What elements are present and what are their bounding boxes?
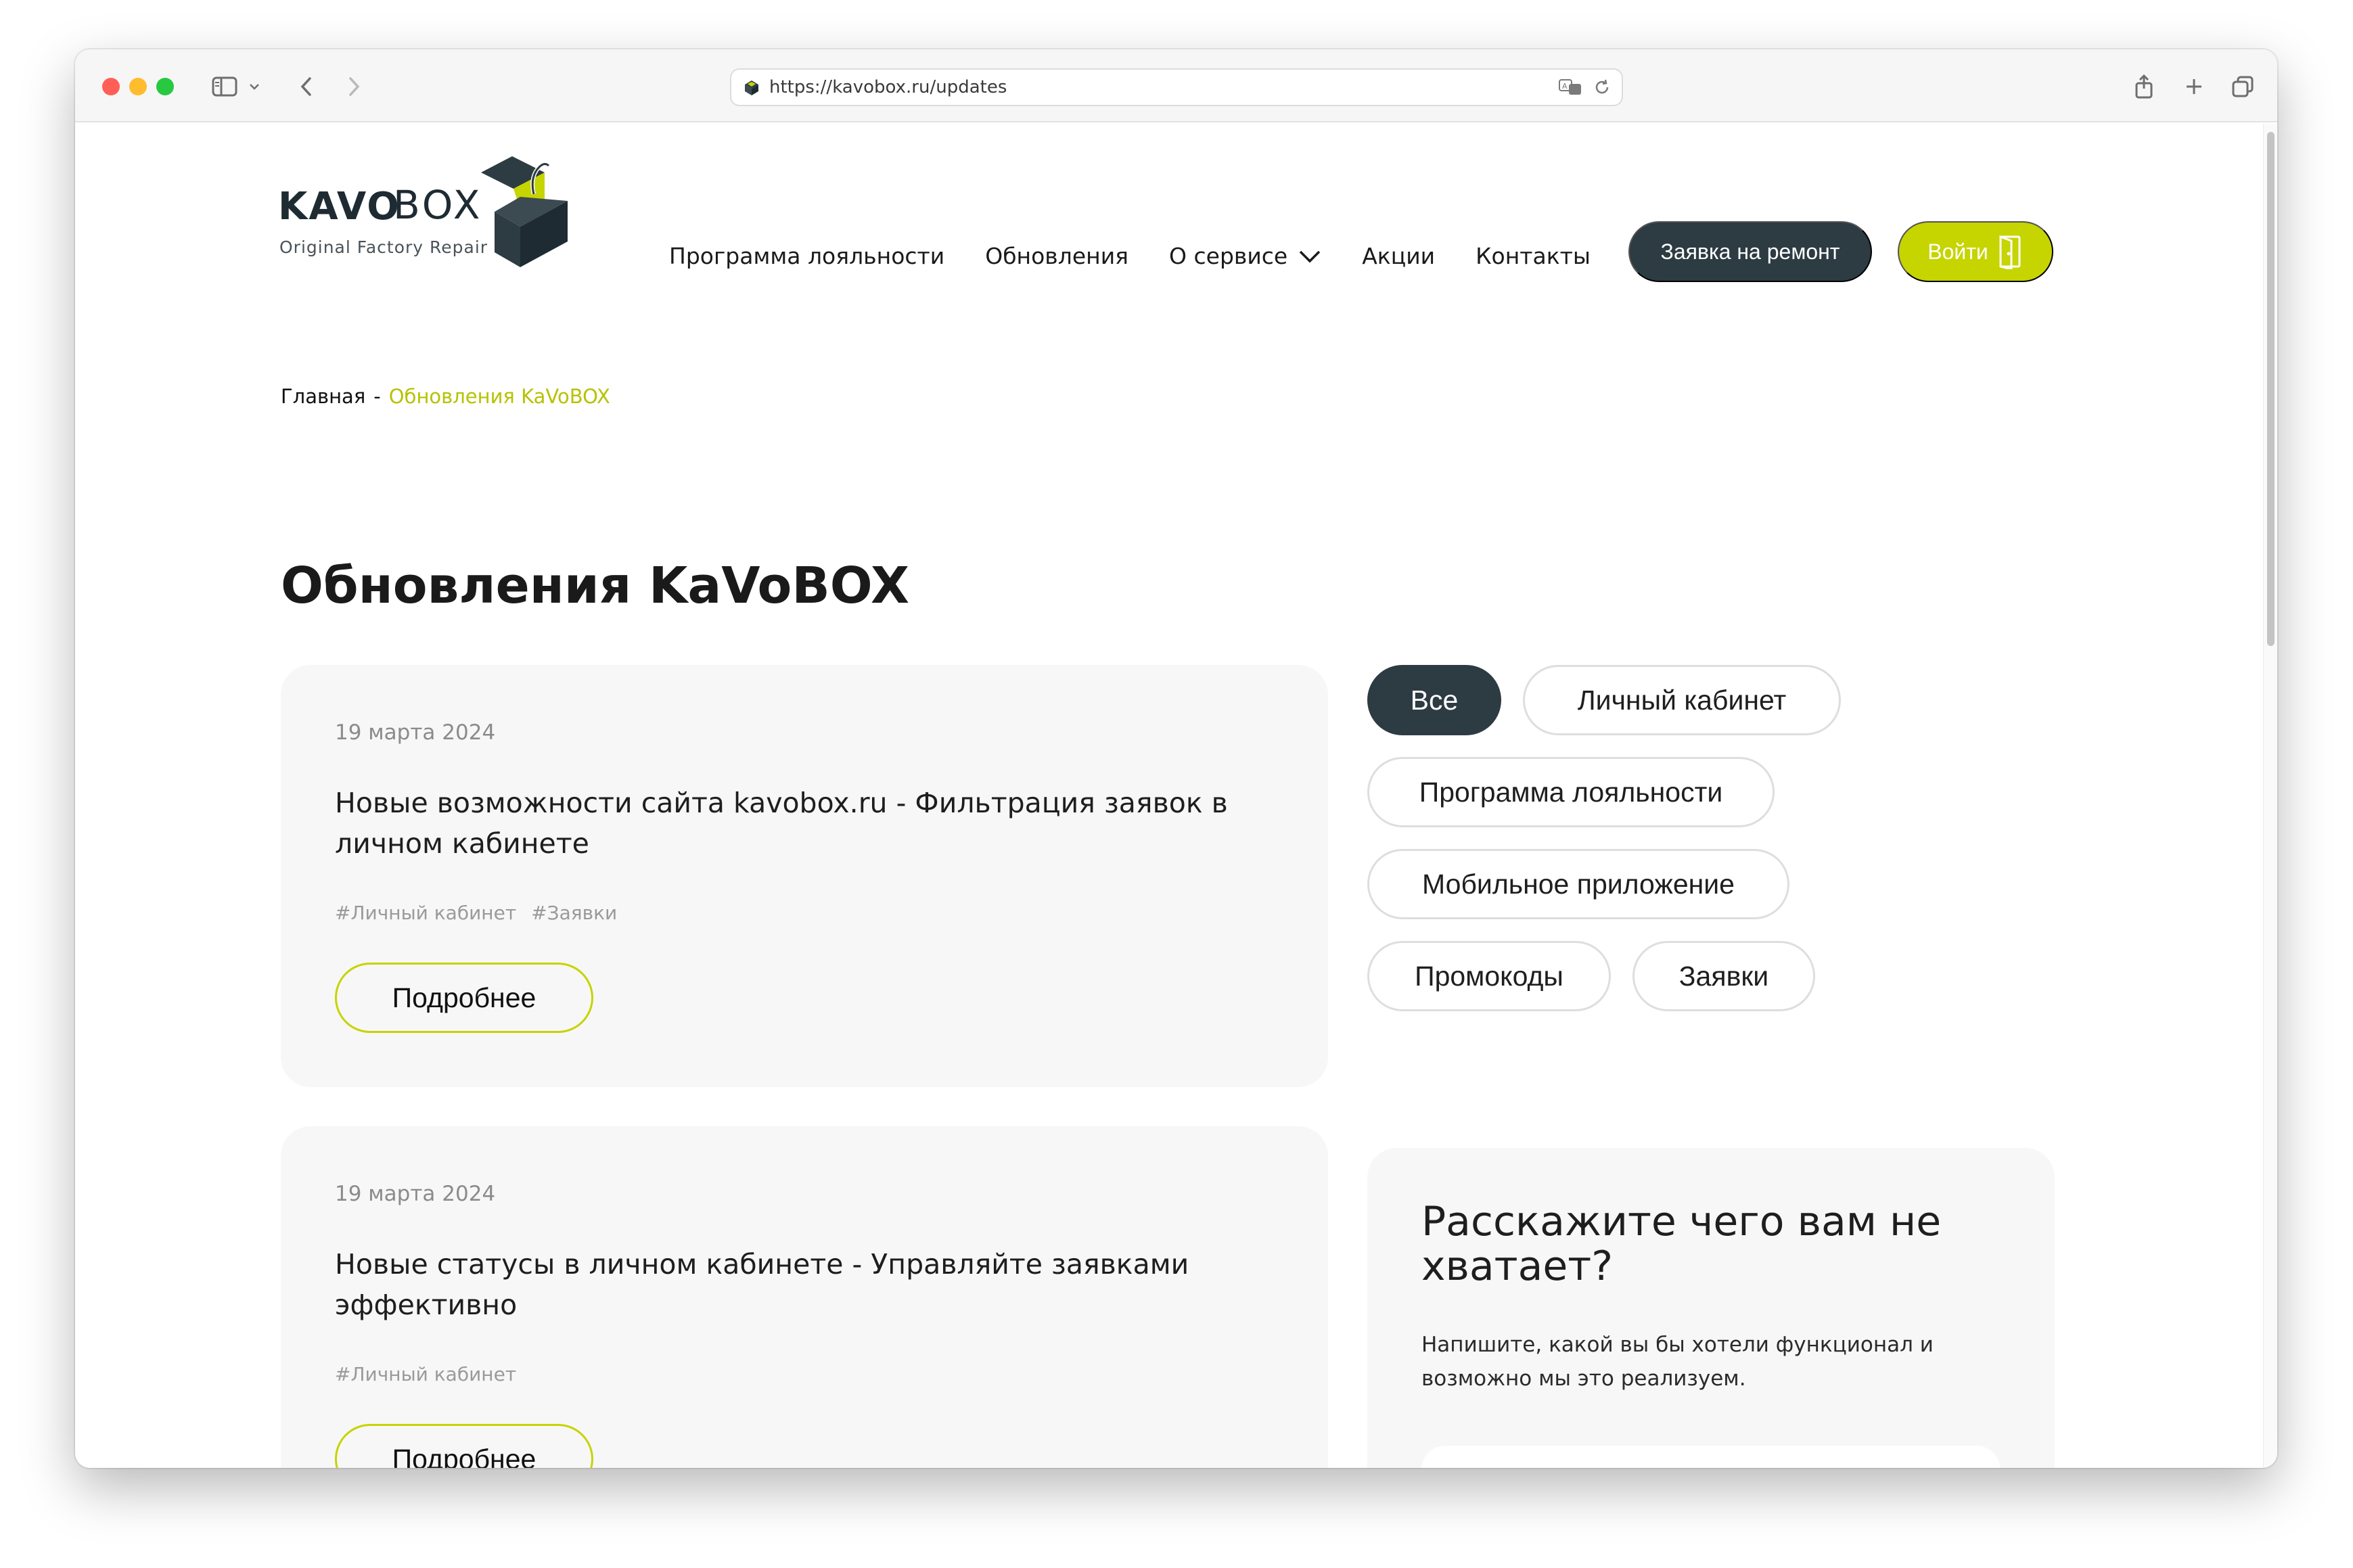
site-favicon-icon [745,80,758,95]
filter-label: Все [1410,684,1459,716]
door-icon [1999,235,2021,269]
filter-requests[interactable]: Заявки [1632,941,1815,1011]
filter-promocodes[interactable]: Промокоды [1367,941,1611,1011]
new-tab-plus-icon[interactable] [2179,70,2209,103]
update-card: 19 марта 2024 Новые возможности сайта ka… [281,665,1328,1087]
page-title: Обновления KaVoBOX [281,557,910,615]
svg-text:A: A [1562,82,1568,91]
read-more-button[interactable]: Подробнее [335,1424,593,1468]
update-title[interactable]: Новые статусы в личном кабинете - Управл… [335,1244,1255,1325]
update-date: 19 марта 2024 [335,1182,496,1206]
repair-request-label: Заявка на ремонт [1660,239,1840,264]
feedback-form-area[interactable] [1421,1446,2001,1468]
web-page: KAVO BOX Original Factory Repair Програм… [75,124,2263,1468]
update-card: 19 марта 2024 Новые статусы в личном каб… [281,1126,1328,1468]
tab-overview-icon[interactable] [2228,70,2258,103]
nav-item-about[interactable]: О сервисе [1169,243,1321,269]
repair-request-button[interactable]: Заявка на ремонт [1628,221,1872,282]
read-more-label: Подробнее [392,1443,536,1469]
update-tags: #Личный кабинет #Заявки [335,902,632,924]
nav-item-promotions[interactable]: Акции [1362,243,1435,269]
browser-window: https://kavobox.ru/updates A KAVO BOX Or… [75,49,2277,1468]
filter-label: Промокоды [1415,960,1563,992]
filter-label: Личный кабинет [1577,684,1787,716]
sidebar-toggle-icon[interactable] [208,70,242,103]
nav-item-label: Обновления [985,243,1129,269]
filter-mobile-app[interactable]: Мобильное приложение [1367,849,1789,919]
translate-icon[interactable]: A [1558,78,1584,97]
nav-item-label: Акции [1362,243,1436,269]
logo-brand-left: KAVO [278,185,401,229]
update-date: 19 марта 2024 [335,720,496,745]
nav-item-updates[interactable]: Обновления [985,243,1128,269]
chevron-down-icon[interactable] [246,70,263,103]
share-icon[interactable] [2129,70,2159,103]
breadcrumb: Главная - Обновления KaVoBOX [281,385,610,408]
feedback-title: Расскажите чего вам не хватает? [1421,1198,1942,1290]
nav-item-label: О сервисе [1169,243,1288,269]
tag-link[interactable]: #Личный кабинет [335,1363,516,1385]
filter-loyalty-program[interactable]: Программа лояльности [1367,757,1775,827]
forward-arrow-icon[interactable] [340,70,367,103]
login-button[interactable]: Войти [1898,221,2053,282]
feedback-card: Расскажите чего вам не хватает? Напишите… [1367,1148,2055,1468]
nav-item-label: Контакты [1476,243,1591,269]
chevron-down-icon [1299,250,1321,262]
url-text: https://kavobox.ru/updates [769,77,1007,97]
back-arrow-icon[interactable] [293,70,320,103]
read-more-label: Подробнее [392,982,536,1013]
login-label: Войти [1927,239,1988,264]
update-title[interactable]: Новые возможности сайта kavobox.ru - Фил… [335,783,1255,864]
read-more-button[interactable]: Подробнее [335,963,593,1033]
minimize-window-button[interactable] [129,78,147,95]
breadcrumb-home-link[interactable]: Главная [281,385,365,408]
main-nav: Программа лояльности Обновления О сервис… [669,243,1631,269]
nav-item-loyalty[interactable]: Программа лояльности [669,243,944,269]
filter-personal-account[interactable]: Личный кабинет [1523,665,1841,735]
filter-all[interactable]: Все [1367,665,1501,735]
kavobox-logo[interactable]: KAVO BOX Original Factory Repair [278,152,576,267]
tag-link[interactable]: #Личный кабинет [335,902,516,924]
filter-label: Программа лояльности [1419,776,1723,808]
close-window-button[interactable] [102,78,120,95]
scrollbar-thumb[interactable] [2267,132,2275,646]
address-bar[interactable]: https://kavobox.ru/updates A [730,68,1623,106]
tag-link[interactable]: #Заявки [531,902,617,924]
breadcrumb-separator: - [373,385,381,408]
update-tags: #Личный кабинет [335,1363,531,1385]
logo-cube-icon [481,156,568,267]
page-scrollbar[interactable] [2263,124,2277,1468]
browser-titlebar: https://kavobox.ru/updates A [75,49,2277,122]
nav-item-contacts[interactable]: Контакты [1476,243,1591,269]
reload-icon[interactable] [1593,78,1611,96]
nav-item-label: Программа лояльности [669,243,945,269]
filter-label: Заявки [1678,960,1769,992]
zoom-window-button[interactable] [156,78,174,95]
feedback-text: Напишите, какой вы бы хотели функционал … [1421,1333,1934,1391]
breadcrumb-current: Обновления KaVoBOX [388,385,610,408]
filter-label: Мобильное приложение [1422,868,1735,900]
